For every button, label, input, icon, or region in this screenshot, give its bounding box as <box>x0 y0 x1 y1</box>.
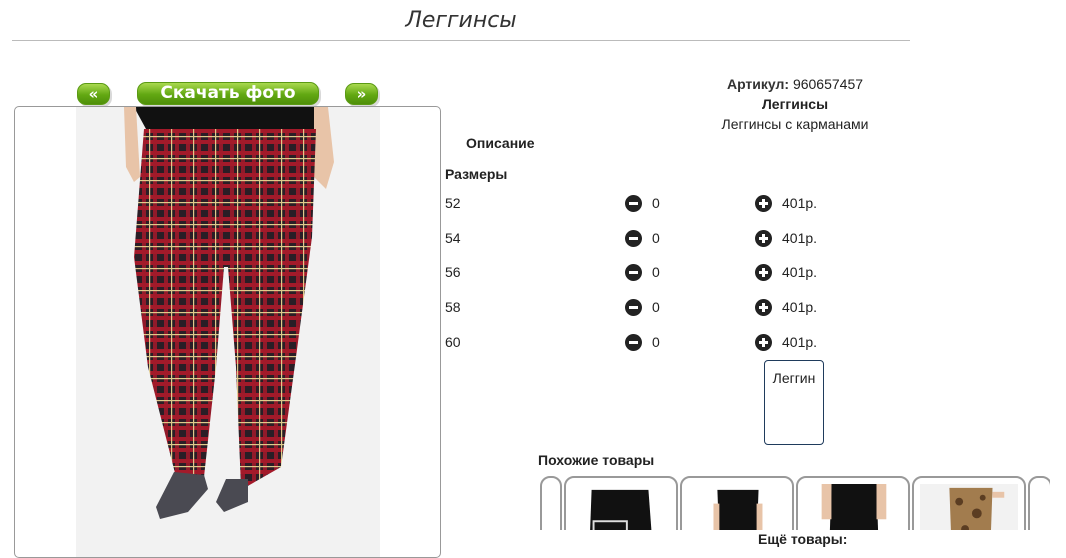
size-row: 58 0 401р. <box>445 299 865 319</box>
similar-product-card[interactable] <box>564 476 678 530</box>
similar-product-thumbnail <box>572 484 670 530</box>
minus-circle-icon[interactable] <box>625 195 642 212</box>
product-short-description: Леггинсы с карманами <box>721 116 869 132</box>
size-row: 52 0 401р. <box>445 195 865 215</box>
minus-circle-icon[interactable] <box>625 299 642 316</box>
price-value: 401р. <box>782 299 818 315</box>
color-option[interactable]: Леггин <box>764 360 824 445</box>
sku-value: 960657457 <box>792 76 864 92</box>
price-value: 401р. <box>782 195 818 211</box>
quantity-value: 0 <box>652 264 660 280</box>
more-products-heading: Ещё товары: <box>758 531 848 547</box>
quantity-value: 0 <box>652 195 660 211</box>
page-title: Леггинсы <box>405 8 517 33</box>
similar-product-card[interactable] <box>796 476 910 530</box>
size-value: 54 <box>445 230 461 246</box>
sku-label: Артикул: <box>726 76 790 92</box>
next-photo-button[interactable]: » <box>345 83 378 105</box>
similar-product-card[interactable] <box>912 476 1026 530</box>
sizes-heading: Размеры <box>445 166 508 182</box>
quantity-value: 0 <box>652 299 660 315</box>
size-value: 60 <box>445 334 461 350</box>
price-value: 401р. <box>782 230 818 246</box>
price-value: 401р. <box>782 334 818 350</box>
similar-product-card[interactable] <box>1028 476 1050 530</box>
minus-circle-icon[interactable] <box>625 264 642 281</box>
price-value: 401р. <box>782 264 818 280</box>
minus-circle-icon[interactable] <box>625 230 642 247</box>
description-heading: Описание <box>466 135 535 151</box>
quantity-value: 0 <box>652 230 660 246</box>
title-divider <box>12 40 910 41</box>
plus-circle-icon[interactable] <box>755 264 772 281</box>
product-name: Леггинсы <box>761 96 829 112</box>
size-value: 52 <box>445 195 461 211</box>
size-row: 54 0 401р. <box>445 230 865 250</box>
product-sku: Артикул: 960657457 <box>700 76 890 92</box>
prev-photo-button[interactable]: « <box>77 83 110 105</box>
similar-product-thumbnail <box>804 484 902 530</box>
size-row: 56 0 401р. <box>445 264 865 284</box>
similar-products-carousel <box>540 476 1050 530</box>
similar-product-card[interactable] <box>680 476 794 530</box>
similar-products-heading: Похожие товары <box>538 452 655 468</box>
size-value: 56 <box>445 264 461 280</box>
similar-product-thumbnail <box>688 484 786 530</box>
product-photo-frame <box>14 106 441 558</box>
size-row: 60 0 401р. <box>445 334 865 354</box>
similar-product-thumbnail <box>920 484 1018 530</box>
plus-circle-icon[interactable] <box>755 230 772 247</box>
size-value: 58 <box>445 299 461 315</box>
quantity-value: 0 <box>652 334 660 350</box>
product-photo <box>76 107 380 557</box>
plus-circle-icon[interactable] <box>755 299 772 316</box>
minus-circle-icon[interactable] <box>625 334 642 351</box>
download-photo-button[interactable]: Скачать фото <box>137 82 319 105</box>
similar-product-card[interactable] <box>540 476 562 530</box>
plus-circle-icon[interactable] <box>755 334 772 351</box>
plus-circle-icon[interactable] <box>755 195 772 212</box>
